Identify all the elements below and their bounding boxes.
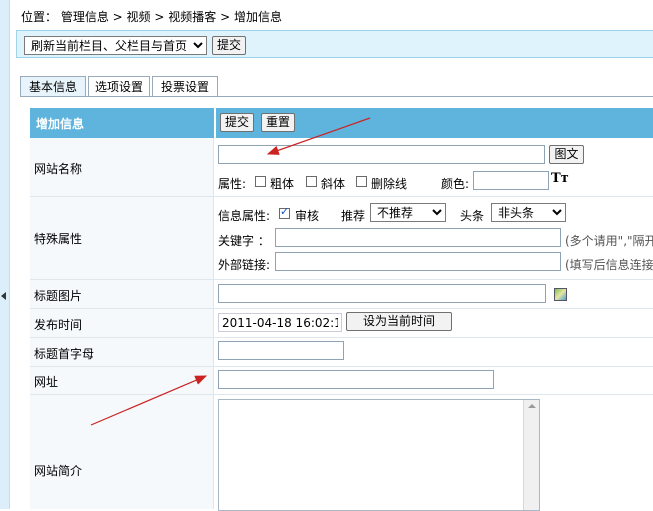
breadcrumb-item-manage[interactable]: 管理信息 [61,10,109,24]
image-select-icon[interactable] [554,288,567,301]
url-label: 网址 [34,375,59,389]
collapse-arrow-icon[interactable] [1,292,6,300]
headline-select[interactable]: 非头条 [491,203,566,222]
tab-basic-info[interactable]: 基本信息 [20,76,86,97]
breadcrumb-item-video[interactable]: 视频 [127,10,151,24]
keyword-hint: (多个请用","隔开 [565,234,653,248]
form-header: 增加信息 提交 重置 [30,108,653,138]
keyword-input[interactable] [275,228,561,247]
initial-input[interactable] [218,341,344,360]
set-current-time-button[interactable]: 设为当前时间 [346,312,452,331]
italic-checkbox[interactable] [306,176,317,187]
color-input[interactable] [473,171,549,190]
header-submit-button[interactable]: 提交 [220,113,255,132]
scroll-up-icon[interactable] [528,404,536,408]
breadcrumb-sep: > [108,10,127,24]
refresh-submit-button[interactable]: 提交 [212,36,247,55]
info-attr-label: 信息属性: [218,209,271,223]
color-label: 颜色: [441,177,470,191]
row-publish-time: 发布时间 设为当前时间 [30,309,653,338]
intro-scrollbar[interactable] [523,400,539,510]
breadcrumb: 位置： 管理信息 > 视频 > 视频播客 > 增加信息 [21,8,282,25]
font-color-icon[interactable]: Tт [551,171,569,186]
intro-textarea[interactable] [218,399,540,511]
bold-checkbox[interactable] [255,176,266,187]
title-pic-label: 标题图片 [34,289,83,303]
left-collapse-bar[interactable] [0,0,10,509]
recommend-select[interactable]: 不推荐 [370,203,446,222]
row-special: 特殊属性 信息属性: 审核 推荐 不推荐 头条 非头条 关键字 ： (多个请用"… [30,197,653,280]
url-input[interactable] [218,370,494,389]
row-url: 网址 [30,367,653,395]
review-checkbox[interactable] [279,205,290,219]
title-pic-input[interactable] [218,284,546,303]
refresh-bar: 刷新当前栏目、父栏目与首页 提交 [16,30,653,58]
breadcrumb-sep: > [216,10,234,24]
review-label: 审核 [295,209,320,223]
publish-time-input[interactable] [218,313,342,332]
keyword-label: 关键字 ： [218,234,270,248]
extlink-input[interactable] [275,252,561,271]
italic-label: 斜体 [321,177,346,191]
strike-checkbox[interactable] [356,176,367,187]
breadcrumb-prefix: 位置： [21,10,58,24]
tab-vote[interactable]: 投票设置 [152,76,218,97]
publish-time-label: 发布时间 [34,318,83,332]
site-name-label: 网站名称 [34,162,83,176]
initial-label: 标题首字母 [34,347,95,361]
row-title-pic: 标题图片 [30,280,653,309]
row-initial: 标题首字母 [30,338,653,367]
strike-label: 删除线 [371,177,408,191]
breadcrumb-item-current: 增加信息 [233,10,282,24]
extlink-label: 外部链接: [218,258,271,272]
tab-options[interactable]: 选项设置 [88,76,150,97]
form-title: 增加信息 [36,117,85,131]
breadcrumb-item-videocast[interactable]: 视频播客 [168,10,216,24]
header-divider [214,108,216,138]
headline-label: 头条 [460,209,485,223]
intro-label: 网站简介 [34,464,83,478]
tab-divider [20,96,653,97]
refresh-select[interactable]: 刷新当前栏目、父栏目与首页 [24,36,207,55]
pic-text-button[interactable]: 图文 [549,145,584,164]
attr-label: 属性: [218,177,247,191]
special-label: 特殊属性 [34,232,83,246]
row-intro: 网站简介 [30,395,653,511]
site-name-input[interactable] [218,145,545,164]
extlink-hint: (填写后信息连接 [565,258,653,272]
header-reset-button[interactable]: 重置 [261,113,296,132]
recommend-label: 推荐 [341,209,366,223]
row-site-name: 网站名称 图文 属性: 粗体 斜体 删除线 颜色: Tт [30,138,653,197]
breadcrumb-sep: > [150,10,169,24]
bold-label: 粗体 [270,177,295,191]
